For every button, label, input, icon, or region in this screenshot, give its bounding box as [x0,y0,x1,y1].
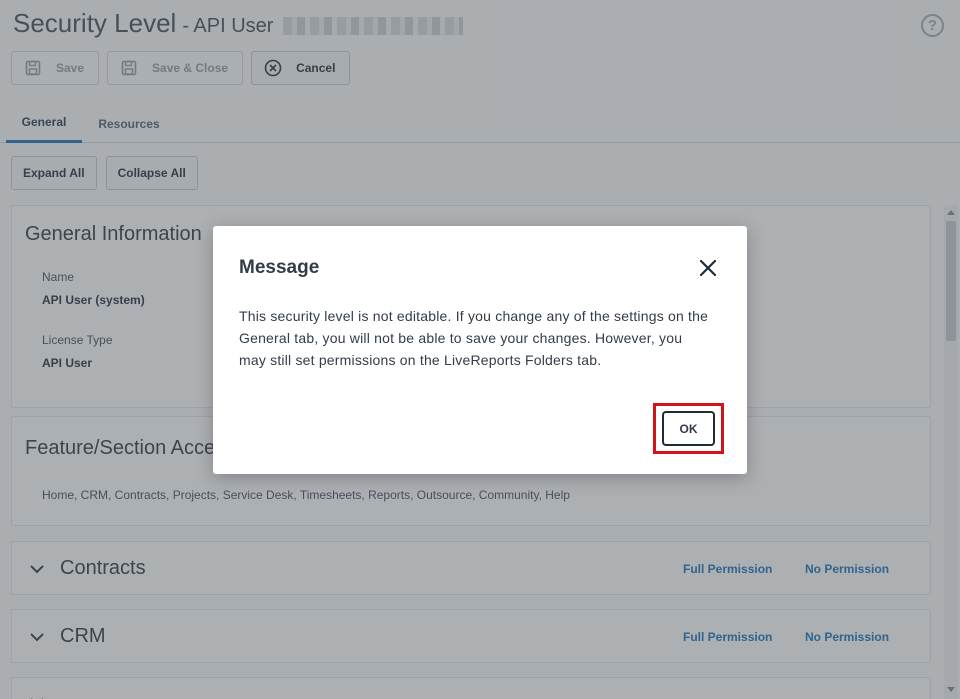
ok-button[interactable]: OK [662,411,715,446]
close-icon[interactable] [697,257,719,279]
dialog-title: Message [239,257,320,278]
dialog-message: This security level is not editable. If … [239,308,709,368]
message-dialog: Message This security level is not edita… [213,226,747,474]
